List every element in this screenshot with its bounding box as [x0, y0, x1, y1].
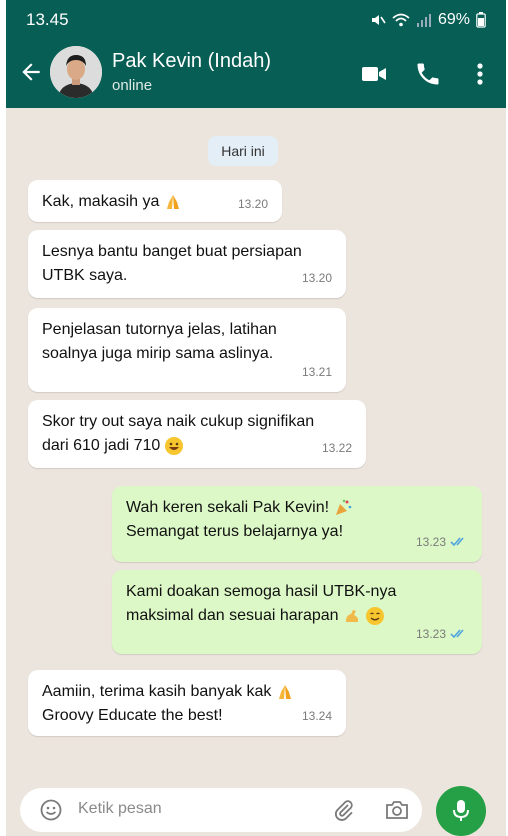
- message-text: dari 610 jadi 710: [42, 437, 161, 454]
- message-text: Groovy Educate the best!: [42, 707, 223, 724]
- message-outgoing[interactable]: Kami doakan semoga hasil UTBK-nya maksim…: [112, 570, 482, 654]
- battery-icon: [476, 12, 486, 28]
- message-text: Wah keren sekali Pak Kevin!: [126, 499, 330, 516]
- message-incoming[interactable]: Aamiin, terima kasih banyak kak Groovy E…: [28, 670, 346, 736]
- message-text: maksimal dan sesuai harapan: [126, 607, 339, 624]
- arrow-left-icon[interactable]: [18, 59, 44, 85]
- chat-screen: 13.45 69% Pak Kevin (Indah) online Hari …: [6, 0, 506, 836]
- avatar[interactable]: [50, 46, 102, 98]
- message-time: 13.23: [415, 627, 446, 641]
- date-chip: Hari ini: [208, 136, 278, 166]
- status-bar: 13.45 69%: [6, 0, 506, 40]
- flexed-biceps-icon: [345, 609, 358, 622]
- folded-hands-icon: [279, 684, 292, 699]
- mute-icon: [371, 15, 386, 25]
- message-text: Kami doakan semoga hasil UTBK-nya: [126, 583, 397, 600]
- message-list[interactable]: Hari ini Kak, makasih ya 13.20 Lesnya ba…: [6, 108, 506, 778]
- avatar-image: [50, 46, 102, 98]
- grinning-face-icon: [165, 436, 184, 455]
- message-text: Skor try out saya naik cukup signifikan: [42, 413, 315, 430]
- message-time: 13.22: [321, 441, 352, 455]
- read-receipt-icon: [450, 629, 464, 639]
- message-text: soalnya juga mirip sama aslinya.: [42, 345, 274, 362]
- smiling-face-icon: [365, 606, 384, 625]
- input-placeholder[interactable]: Ketik pesan: [78, 800, 162, 818]
- message-text: UTBK saya.: [42, 267, 128, 284]
- folded-hands-icon: [167, 194, 180, 209]
- message-outgoing[interactable]: Wah keren sekali Pak Kevin! Semangat ter…: [112, 486, 482, 562]
- mic-icon: [453, 800, 469, 821]
- read-receipt-icon: [450, 537, 464, 547]
- message-incoming[interactable]: Lesnya bantu banget buat persiapan UTBK …: [28, 230, 346, 298]
- message-incoming[interactable]: Penjelasan tutornya jelas, latihan soaln…: [28, 308, 346, 392]
- input-bar: Ketik pesan: [6, 778, 506, 836]
- message-time: 13.24: [301, 709, 332, 723]
- wifi-icon: [392, 13, 410, 27]
- message-text: Lesnya bantu banget buat persiapan: [42, 243, 302, 260]
- battery-percent: 69%: [437, 11, 470, 28]
- signal-icon: [416, 14, 431, 27]
- party-popper-icon: [336, 499, 352, 515]
- mic-button[interactable]: [436, 786, 486, 836]
- message-time: 13.20: [237, 197, 268, 211]
- camera-icon[interactable]: [384, 798, 410, 822]
- video-call-icon[interactable]: [360, 60, 388, 88]
- message-time: 13.20: [301, 271, 332, 285]
- message-text: Penjelasan tutornya jelas, latihan: [42, 321, 277, 338]
- message-time: 13.23: [415, 535, 446, 549]
- message-text: Aamiin, terima kasih banyak kak: [42, 683, 272, 700]
- smiley-icon[interactable]: [40, 799, 62, 821]
- message-time: 13.21: [301, 365, 332, 379]
- message-input[interactable]: Ketik pesan: [20, 788, 422, 832]
- message-incoming[interactable]: Kak, makasih ya 13.20: [28, 180, 282, 222]
- more-vert-icon[interactable]: [466, 60, 494, 88]
- contact-name[interactable]: Pak Kevin (Indah): [112, 50, 271, 73]
- paperclip-icon[interactable]: [332, 798, 356, 822]
- message-text: Kak, makasih ya: [42, 193, 160, 210]
- phone-icon[interactable]: [414, 60, 442, 88]
- chat-header: Pak Kevin (Indah) online: [6, 40, 506, 108]
- status-time: 13.45: [26, 10, 69, 29]
- status-icons: 69%: [370, 11, 486, 29]
- message-incoming[interactable]: Skor try out saya naik cukup signifikan …: [28, 400, 366, 468]
- contact-status: online: [112, 77, 153, 94]
